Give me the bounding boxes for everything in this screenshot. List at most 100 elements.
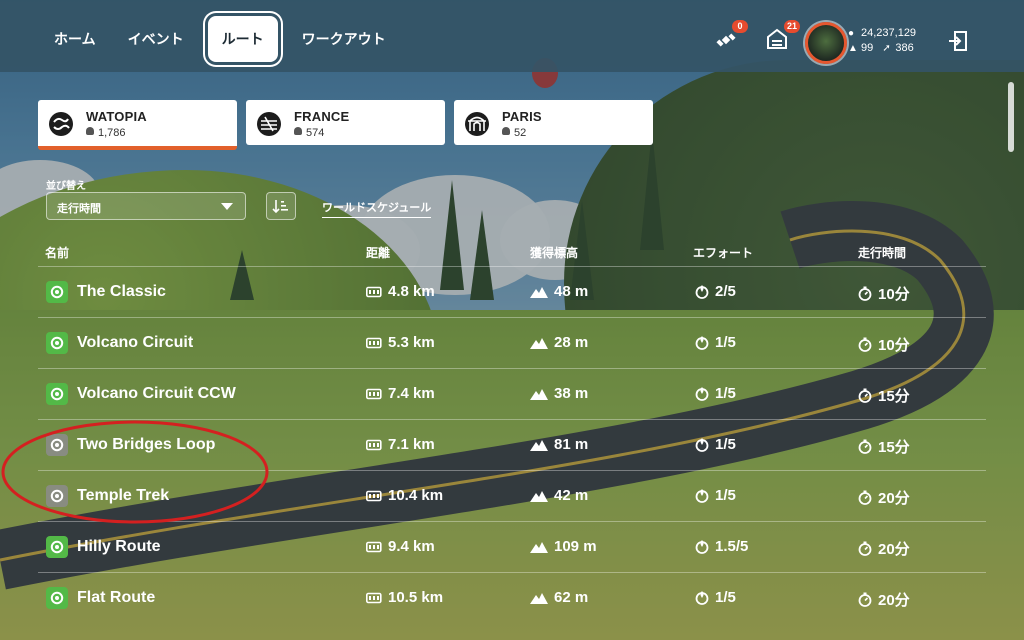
drop-icon: ● (848, 28, 855, 39)
stopwatch-icon (858, 388, 872, 403)
route-status-icon (46, 281, 68, 303)
route-elevation: 62 m (530, 589, 588, 606)
route-status-icon (46, 536, 68, 558)
stopwatch-icon (858, 490, 872, 505)
effort-icon (695, 336, 709, 350)
effort-icon (695, 591, 709, 605)
route-status-icon (46, 587, 68, 609)
level-icon: ▲ (848, 43, 858, 54)
effort-icon (695, 489, 709, 503)
world-name: FRANCE (294, 109, 350, 124)
person-icon (86, 127, 94, 135)
ride-icon: ➚ (882, 43, 891, 54)
tab-events[interactable]: イベント (114, 16, 198, 62)
stat-drops: 24,237,129 (861, 27, 917, 39)
distance-icon (366, 592, 382, 603)
world-schedule-link[interactable]: ワールドスケジュール (322, 199, 432, 218)
route-time: 20分 (858, 487, 910, 508)
route-distance: 10.4 km (366, 487, 443, 504)
table-row[interactable]: Flat Route 10.5 km 62 m 1/5 20分 (38, 572, 986, 623)
route-distance: 10.5 km (366, 589, 443, 606)
distance-icon (366, 541, 382, 552)
effort-icon (695, 438, 709, 452)
world-name: PARIS (502, 109, 542, 124)
route-time: 15分 (858, 436, 910, 457)
paris-logo (465, 112, 489, 136)
col-name[interactable]: 名前 (45, 244, 69, 261)
stopwatch-icon (858, 541, 872, 556)
distance-icon (366, 337, 382, 348)
route-time: 10分 (858, 283, 910, 304)
route-elevation: 42 m (530, 487, 588, 504)
table-row[interactable]: Volcano Circuit 5.3 km 28 m 1/5 10分 (38, 317, 986, 368)
route-elevation: 109 m (530, 538, 597, 555)
distance-icon (366, 388, 382, 399)
person-icon (294, 127, 302, 135)
exit-icon[interactable] (948, 30, 968, 52)
world-card-paris[interactable]: PARIS 52 (454, 100, 653, 145)
route-effort: 1/5 (695, 385, 736, 402)
world-card-watopia[interactable]: WATOPIA 1,786 (38, 100, 237, 150)
world-count: 52 (502, 127, 526, 139)
stopwatch-icon (858, 286, 872, 301)
person-icon (502, 127, 510, 135)
elevation-icon (530, 541, 548, 553)
route-name: Hilly Route (77, 538, 161, 555)
tab-routes[interactable]: ルート (207, 16, 278, 62)
route-distance: 7.1 km (366, 436, 435, 453)
route-distance: 4.8 km (366, 283, 435, 300)
elevation-icon (530, 592, 548, 604)
route-elevation: 38 m (530, 385, 588, 402)
route-elevation: 81 m (530, 436, 588, 453)
chevron-down-icon (221, 203, 233, 210)
route-time: 10分 (858, 334, 910, 355)
route-distance: 7.4 km (366, 385, 435, 402)
satellite-icon[interactable]: 0 (714, 20, 748, 52)
elevation-icon (530, 286, 548, 298)
watopia-logo (49, 112, 73, 136)
world-count: 574 (294, 127, 324, 139)
route-time: 20分 (858, 538, 910, 559)
route-effort: 1/5 (695, 589, 736, 606)
route-status-icon (46, 332, 68, 354)
effort-icon (695, 540, 709, 554)
world-card-france[interactable]: FRANCE 574 (246, 100, 445, 145)
effort-icon (695, 285, 709, 299)
route-status-icon (46, 383, 68, 405)
route-name: Flat Route (77, 589, 156, 606)
sort-dropdown[interactable]: 走行時間 (46, 192, 246, 220)
tab-home[interactable]: ホーム (40, 16, 110, 62)
distance-icon (366, 439, 382, 450)
elevation-icon (530, 388, 548, 400)
garage-icon[interactable]: 21 (766, 20, 800, 52)
sort-order-icon (272, 200, 288, 214)
route-effort: 2/5 (695, 283, 736, 300)
distance-icon (366, 490, 382, 501)
world-count: 1,786 (86, 127, 126, 139)
sort-label: 並び替え (46, 181, 86, 192)
route-effort: 1.5/5 (695, 538, 748, 555)
sort-value: 走行時間 (57, 203, 101, 215)
tab-workouts[interactable]: ワークアウト (288, 16, 400, 62)
table-row[interactable]: The Classic 4.8 km 48 m 2/5 10分 (38, 266, 986, 317)
route-effort: 1/5 (695, 334, 736, 351)
elevation-icon (530, 439, 548, 451)
scrollbar-thumb[interactable] (1008, 82, 1014, 152)
route-name: Volcano Circuit (77, 334, 194, 351)
route-time: 20分 (858, 589, 910, 610)
route-effort: 1/5 (695, 436, 736, 453)
col-effort[interactable]: エフォート (693, 244, 753, 261)
col-time[interactable]: 走行時間 (858, 244, 906, 261)
world-selector: WATOPIA 1,786 FRANCE 574 PARIS 52 (38, 100, 653, 150)
col-distance[interactable]: 距離 (366, 244, 390, 261)
sort-order-button[interactable] (266, 192, 296, 220)
elevation-icon (530, 490, 548, 502)
france-logo (257, 112, 281, 136)
player-stats: ● 24,237,129 ▲ 99 ➚ 386 (848, 26, 916, 56)
avatar[interactable] (805, 22, 847, 64)
col-elevation[interactable]: 獲得標高 (530, 244, 578, 261)
elevation-icon (530, 337, 548, 349)
stopwatch-icon (858, 439, 872, 454)
top-bar: ホーム イベント ルート ワークアウト 0 21 ● 24,237,129 ▲ 99… (0, 0, 1024, 72)
annotation-ellipse (1, 420, 269, 524)
